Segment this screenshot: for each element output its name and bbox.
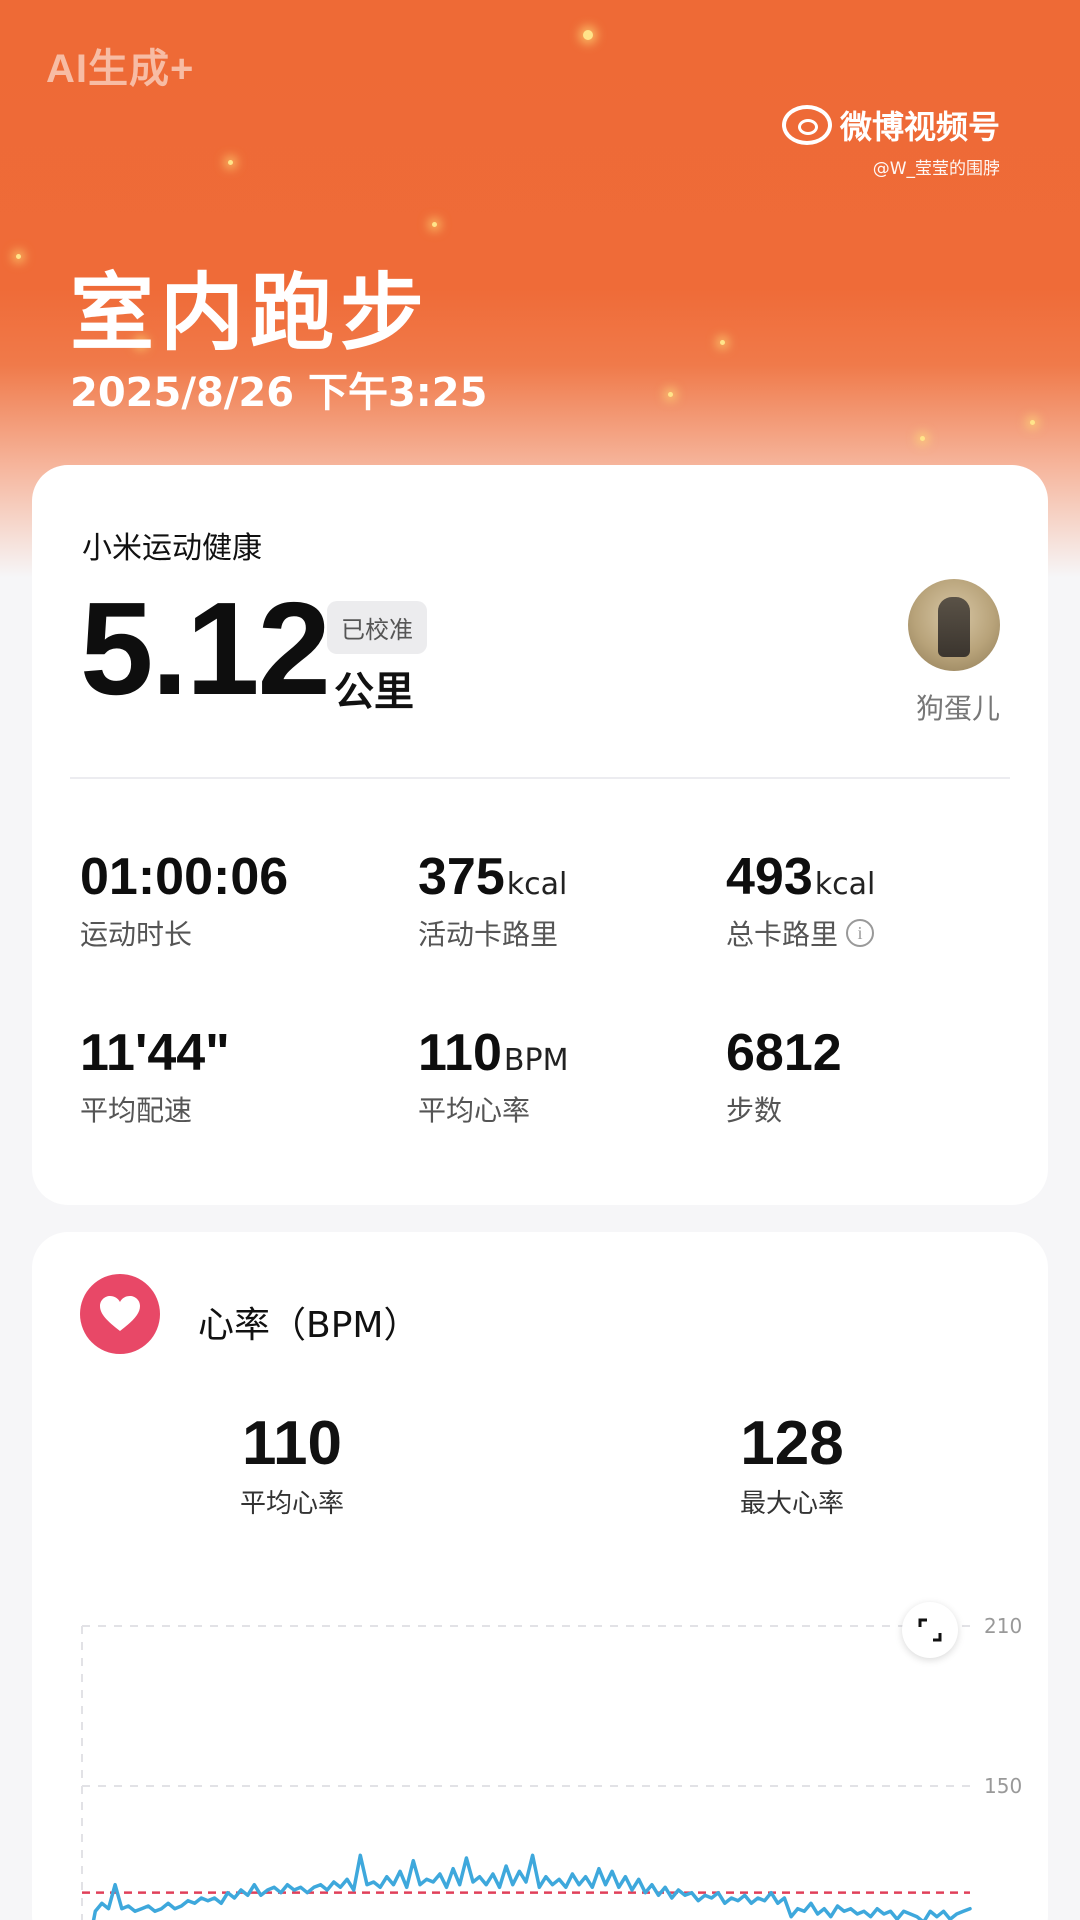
stat-unit: kcal	[506, 867, 568, 902]
weibo-icon	[781, 105, 832, 145]
stat-steps: 6812 步数	[726, 1023, 844, 1129]
stat-label: 平均心率	[418, 1094, 531, 1127]
avg-heart-rate-value: 110	[241, 1409, 343, 1478]
sparkle	[432, 222, 437, 227]
sparkle	[1030, 420, 1035, 425]
stat-total-calories: 493kcal 总卡路里 i	[726, 847, 875, 953]
stat-value: 110	[418, 1024, 502, 1082]
weibo-watermark: 微博视频号 @W_莹莹的围脖	[781, 102, 1000, 179]
sparkle	[920, 436, 925, 441]
stat-value: 01:00:06	[80, 848, 289, 906]
stat-label: 平均配速	[80, 1094, 193, 1127]
weibo-handle: @W_莹莹的围脖	[872, 159, 1000, 179]
distance-unit: 公里	[334, 669, 414, 715]
max-heart-rate-label: 最大心率	[739, 1489, 844, 1519]
sparkle	[228, 160, 233, 165]
expand-chart-button[interactable]	[902, 1602, 958, 1658]
expand-icon	[918, 1618, 942, 1642]
stat-value: 493	[726, 848, 813, 906]
stat-label: 运动时长	[80, 918, 193, 951]
sparkle	[583, 30, 593, 40]
sparkle	[16, 254, 21, 259]
stat-label: 总卡路里	[726, 918, 839, 951]
heart-rate-series-line	[91, 1853, 972, 1920]
stat-label: 活动卡路里	[418, 918, 559, 951]
avg-heart-rate: 110 平均心率	[222, 1408, 362, 1520]
stat-unit: BPM	[503, 1043, 569, 1078]
stat-duration: 01:00:06 运动时长	[80, 847, 290, 953]
heart-icon	[80, 1274, 160, 1354]
heart-rate-title: 心率（BPM）	[198, 1305, 420, 1346]
ai-generated-watermark: AI生成+	[46, 47, 195, 91]
info-icon[interactable]: i	[846, 919, 875, 947]
distance-value: 5.12	[80, 575, 331, 722]
avatar[interactable]	[908, 579, 1000, 671]
stat-unit: kcal	[814, 867, 876, 902]
avatar-figure	[938, 597, 970, 657]
stat-active-calories: 375kcal 活动卡路里	[418, 847, 567, 953]
stat-avg-heart-rate: 110BPM 平均心率	[418, 1023, 568, 1129]
divider	[70, 777, 1010, 779]
chart-y-axis: 21015090	[984, 1614, 1022, 1798]
stat-value: 11'44"	[80, 1024, 230, 1082]
max-heart-rate-value: 128	[740, 1409, 844, 1478]
heart-glyph	[100, 1296, 140, 1331]
data-source-label: 小米运动健康	[82, 531, 262, 566]
weibo-platform-name: 微博视频号	[839, 108, 1000, 146]
workout-datetime: 2025/8/26 下午3:25	[70, 370, 488, 416]
heart-rate-chart[interactable]: 21015090	[32, 1572, 1048, 1920]
max-heart-rate: 128 最大心率	[722, 1408, 862, 1520]
user-name: 狗蛋儿	[915, 692, 1000, 725]
calibrated-badge: 已校准	[327, 601, 427, 654]
y-tick-label: 210	[984, 1614, 1022, 1638]
page-title: 室内跑步	[70, 264, 431, 362]
sparkle	[720, 340, 725, 345]
stat-label: 步数	[726, 1094, 783, 1127]
heart-rate-card: 心率（BPM） 110 平均心率 128 最大心率 21015090	[32, 1232, 1048, 1920]
sparkle	[668, 392, 673, 397]
y-tick-label: 150	[984, 1774, 1022, 1798]
workout-summary-card: 小米运动健康 5.12 已校准 公里 狗蛋儿 01:00:06 运动时长 375…	[32, 465, 1048, 1205]
stat-value: 6812	[726, 1024, 842, 1082]
stat-value: 375	[418, 848, 505, 906]
avg-heart-rate-label: 平均心率	[239, 1489, 344, 1519]
stat-avg-pace: 11'44" 平均配速	[80, 1023, 232, 1129]
